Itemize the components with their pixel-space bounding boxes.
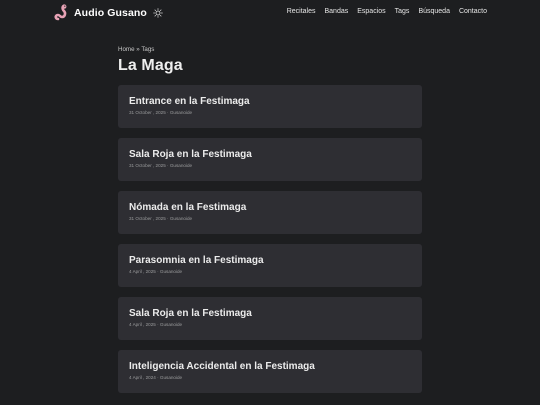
breadcrumb: Home » Tags	[118, 46, 154, 53]
post-card[interactable]: Inteligencia Accidental en la Festimaga …	[118, 350, 422, 393]
main-menu: Recitales Bandas Espacios Tags Búsqueda …	[287, 8, 487, 15]
sun-icon[interactable]	[153, 7, 163, 18]
post-card[interactable]: Parasomnia en la Festimaga 4 April , 202…	[118, 244, 422, 287]
menu-item-recitales[interactable]: Recitales	[287, 8, 316, 15]
worm-icon	[54, 4, 67, 21]
post-card[interactable]: Nómada en la Festimaga 31 October , 2025…	[118, 191, 422, 234]
post-meta: 31 October , 2025 · Gusanoide	[129, 163, 193, 168]
menu-item-busqueda[interactable]: Búsqueda	[418, 8, 450, 15]
post-meta: 4 April , 2024 · Gusanoide	[129, 375, 183, 380]
post-card[interactable]: Sala Roja en la Festimaga 4 April , 2025…	[118, 297, 422, 340]
post-title: Parasomnia en la Festimaga	[129, 255, 264, 266]
post-meta: 4 April , 2025 · Gusanoide	[129, 269, 183, 274]
site-header: Audio Gusano Recitales Bandas Espacios T…	[0, 0, 540, 26]
post-card[interactable]: Entrance en la Festimaga 31 October , 20…	[118, 85, 422, 128]
post-title: Sala Roja en la Festimaga	[129, 149, 252, 160]
breadcrumb-tags-link[interactable]: Tags	[141, 46, 154, 53]
home-logo-link[interactable]: Audio Gusano	[54, 4, 163, 21]
post-title: Inteligencia Accidental en la Festimaga	[129, 361, 315, 372]
post-title: Nómada en la Festimaga	[129, 202, 247, 213]
post-meta: 31 October , 2025 · Gusanoide	[129, 216, 193, 221]
menu-item-espacios[interactable]: Espacios	[357, 8, 385, 15]
site-name: Audio Gusano	[74, 6, 147, 19]
breadcrumb-home-link[interactable]: Home	[118, 46, 135, 53]
menu-item-tags[interactable]: Tags	[395, 8, 410, 15]
post-meta: 31 October , 2025 · Gusanoide	[129, 110, 193, 115]
post-title: Entrance en la Festimaga	[129, 96, 250, 107]
post-meta: 4 April , 2025 · Gusanoide	[129, 322, 183, 327]
post-title: Sala Roja en la Festimaga	[129, 308, 252, 319]
page-title: La Maga	[118, 57, 183, 74]
breadcrumb-separator: »	[136, 46, 140, 53]
menu-item-contacto[interactable]: Contacto	[459, 8, 487, 15]
menu-item-bandas[interactable]: Bandas	[324, 8, 348, 15]
post-card[interactable]: Sala Roja en la Festimaga 31 October , 2…	[118, 138, 422, 181]
post-list: Entrance en la Festimaga 31 October , 20…	[118, 85, 422, 403]
